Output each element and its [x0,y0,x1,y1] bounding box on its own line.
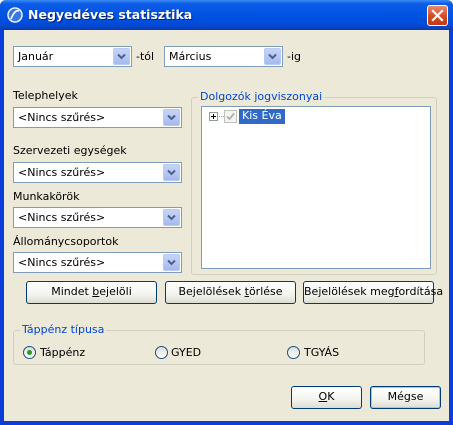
from-month-select[interactable]: Január [13,46,132,67]
radio-tappenz-label[interactable]: Táppénz [40,346,85,359]
dropdown-arrow[interactable] [163,209,180,226]
tree-item-employee[interactable]: Kis Éva [239,109,285,124]
dropdown-arrow[interactable] [163,109,180,126]
employees-group-title: Dolgozók jogviszonyai [198,90,325,103]
clear-label-post: örlése [248,285,283,298]
select-all-label-post: ejelöli [99,285,132,298]
dropdown-arrow[interactable] [163,254,180,271]
expand-icon[interactable] [209,112,218,121]
dialog-window: Negyedéves statisztika Január -tól Márci… [0,0,453,425]
jobs-value: <Nincs szűrés> [18,211,106,224]
radio-selected-dot [27,350,32,355]
sites-label: Telephelyek [13,89,78,102]
ok-accelerator: O [318,390,328,403]
chevron-down-icon [167,169,176,176]
select-all-button[interactable]: Mindet bejelöli [26,281,157,304]
chevron-down-icon [167,114,176,121]
dialog-body: Január -tól Március -ig Telephelyek <Nin… [4,30,449,421]
staff-groups-value: <Nincs szűrés> [18,256,106,269]
sites-select[interactable]: <Nincs szűrés> [13,107,182,128]
staff-groups-select[interactable]: <Nincs szűrés> [13,252,182,273]
radio-gyed-label[interactable]: GYED [171,346,201,359]
invert-label-post: ordítása [398,285,444,298]
from-suffix: -tól [136,50,155,63]
jobs-label: Munkakörök [13,190,80,203]
employees-group: Dolgozók jogviszonyai Kis Éva [191,90,437,275]
window-title: Negyedéves statisztika [28,7,193,22]
employees-tree[interactable]: Kis Éva [201,106,431,269]
title-bar[interactable]: Negyedéves statisztika [0,0,453,30]
clear-label-pre: Bejelölések [178,285,245,298]
dropdown-arrow[interactable] [264,48,281,65]
invert-label-pre: Bejelölések meg [304,285,395,298]
radio-tgyas-label[interactable]: TGYÁS [304,346,339,359]
chevron-down-icon [167,259,176,266]
tree-checkbox[interactable] [224,110,237,123]
ok-button[interactable]: OK [291,386,362,409]
sick-pay-group-title: Táppénz típusa [20,323,107,336]
select-all-label-pre: Mindet [51,285,93,298]
radio-tgyas[interactable] [287,346,300,359]
cancel-button[interactable]: Mégse [370,386,441,409]
radio-tappenz[interactable] [23,346,36,359]
to-month-value: Március [169,50,212,63]
close-icon [431,9,444,22]
checkmark-icon [226,112,235,121]
ok-label-post: K [327,390,335,403]
org-units-select[interactable]: <Nincs szűrés> [13,162,182,183]
staff-groups-label: Állománycsoportok [13,235,119,248]
chevron-down-icon [117,53,126,60]
org-units-label: Szervezeti egységek [13,144,127,157]
jobs-select[interactable]: <Nincs szűrés> [13,207,182,228]
app-icon [7,7,23,23]
close-button[interactable] [427,5,448,26]
chevron-down-icon [268,53,277,60]
radio-gyed[interactable] [155,346,168,359]
invert-selection-button[interactable]: Bejelölések megfordítása [303,281,443,304]
dropdown-arrow[interactable] [113,48,130,65]
clear-selection-button[interactable]: Bejelölések törlése [165,281,296,304]
to-suffix: -ig [287,50,302,63]
org-units-value: <Nincs szűrés> [18,166,106,179]
sites-value: <Nincs szűrés> [18,111,106,124]
dropdown-arrow[interactable] [163,164,180,181]
chevron-down-icon [167,214,176,221]
to-month-select[interactable]: Március [164,46,283,67]
from-month-value: Január [18,50,54,63]
